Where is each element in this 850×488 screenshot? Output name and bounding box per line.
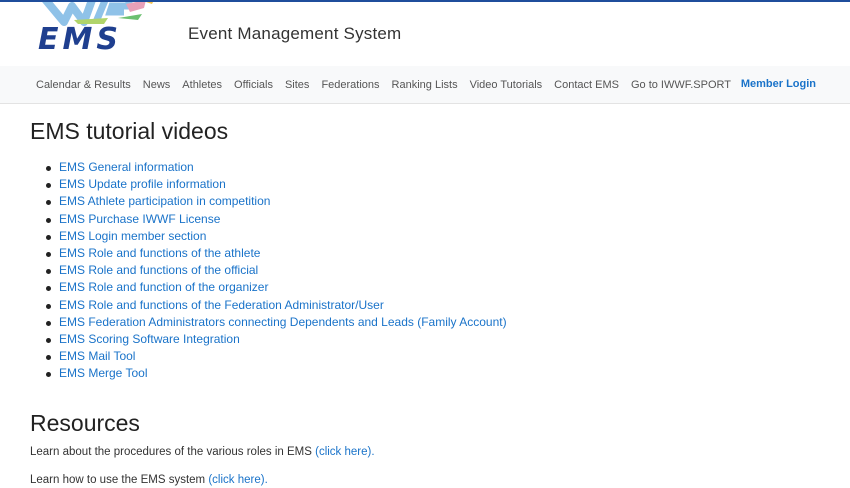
nav-officials[interactable]: Officials: [228, 79, 279, 91]
nav-athletes[interactable]: Athletes: [176, 79, 228, 91]
click-here-link-how-to-use[interactable]: (click here).: [208, 474, 267, 486]
nav-ranking-lists[interactable]: Ranking Lists: [386, 79, 464, 91]
tutorial-link-role-official[interactable]: EMS Role and functions of the official: [59, 263, 258, 277]
nav-items: Calendar & Results News Athletes Officia…: [30, 66, 737, 104]
tutorial-link-mail-tool[interactable]: EMS Mail Tool: [59, 349, 135, 363]
list-item: EMS Role and function of the organizer: [44, 279, 820, 296]
main-navbar: Calendar & Results News Athletes Officia…: [0, 66, 850, 104]
tutorial-link-athlete-participation[interactable]: EMS Athlete participation in competition: [59, 194, 270, 208]
tutorial-link-login-member[interactable]: EMS Login member section: [59, 229, 206, 243]
list-item: EMS Athlete participation in competition: [44, 193, 820, 210]
logo-text: EMS: [38, 22, 122, 54]
list-item: EMS Update profile information: [44, 176, 820, 193]
nav-news[interactable]: News: [137, 79, 177, 91]
nav-contact-ems[interactable]: Contact EMS: [548, 79, 625, 91]
ems-logo-graphic: EMS: [38, 0, 154, 57]
list-item: EMS Merge Tool: [44, 365, 820, 382]
member-login-link[interactable]: Member Login: [741, 78, 816, 90]
nav-calendar-results[interactable]: Calendar & Results: [30, 79, 137, 91]
tutorial-link-role-organizer[interactable]: EMS Role and function of the organizer: [59, 280, 268, 294]
main-content: EMS tutorial videos EMS General informat…: [30, 118, 820, 488]
nav-go-to-iwwf-sport[interactable]: Go to IWWF.SPORT: [625, 79, 737, 91]
tutorial-link-role-federation-admin[interactable]: EMS Role and functions of the Federation…: [59, 298, 384, 312]
nav-video-tutorials[interactable]: Video Tutorials: [464, 79, 549, 91]
list-item: EMS Mail Tool: [44, 348, 820, 365]
list-item: EMS Scoring Software Integration: [44, 331, 820, 348]
click-here-link-procedures[interactable]: (click here).: [315, 446, 374, 458]
list-item: EMS Role and functions of the athlete: [44, 245, 820, 262]
tutorial-link-role-athlete[interactable]: EMS Role and functions of the athlete: [59, 246, 260, 260]
tutorial-link-general-information[interactable]: EMS General information: [59, 160, 194, 174]
tutorial-link-family-account[interactable]: EMS Federation Administrators connecting…: [59, 315, 507, 329]
list-item: EMS Role and functions of the official: [44, 262, 820, 279]
tutorial-list: EMS General information EMS Update profi…: [44, 159, 820, 382]
list-item: EMS General information: [44, 159, 820, 176]
nav-federations[interactable]: Federations: [315, 79, 385, 91]
tutorial-link-update-profile[interactable]: EMS Update profile information: [59, 177, 226, 191]
resource-line-how-to-use: Learn how to use the EMS system (click h…: [30, 473, 820, 487]
site-header: EMS Event Management System: [0, 0, 850, 66]
list-item: EMS Login member section: [44, 228, 820, 245]
ems-logo[interactable]: EMS: [34, 0, 159, 57]
resource-text: Learn about the procedures of the variou…: [30, 446, 316, 459]
tutorial-link-merge-tool[interactable]: EMS Merge Tool: [59, 366, 147, 380]
page-title: EMS tutorial videos: [30, 118, 229, 144]
list-item: EMS Role and functions of the Federation…: [44, 297, 820, 314]
resources-heading: Resources: [30, 410, 140, 437]
list-item: EMS Federation Administrators connecting…: [44, 314, 820, 331]
nav-sites[interactable]: Sites: [279, 79, 315, 91]
resource-text: Learn how to use the EMS system: [30, 474, 209, 487]
tutorial-link-purchase-license[interactable]: EMS Purchase IWWF License: [59, 212, 220, 226]
site-title: Event Management System: [188, 24, 402, 43]
tutorial-link-scoring-software[interactable]: EMS Scoring Software Integration: [59, 332, 240, 346]
resource-line-procedures: Learn about the procedures of the variou…: [30, 445, 820, 459]
list-item: EMS Purchase IWWF License: [44, 211, 820, 228]
